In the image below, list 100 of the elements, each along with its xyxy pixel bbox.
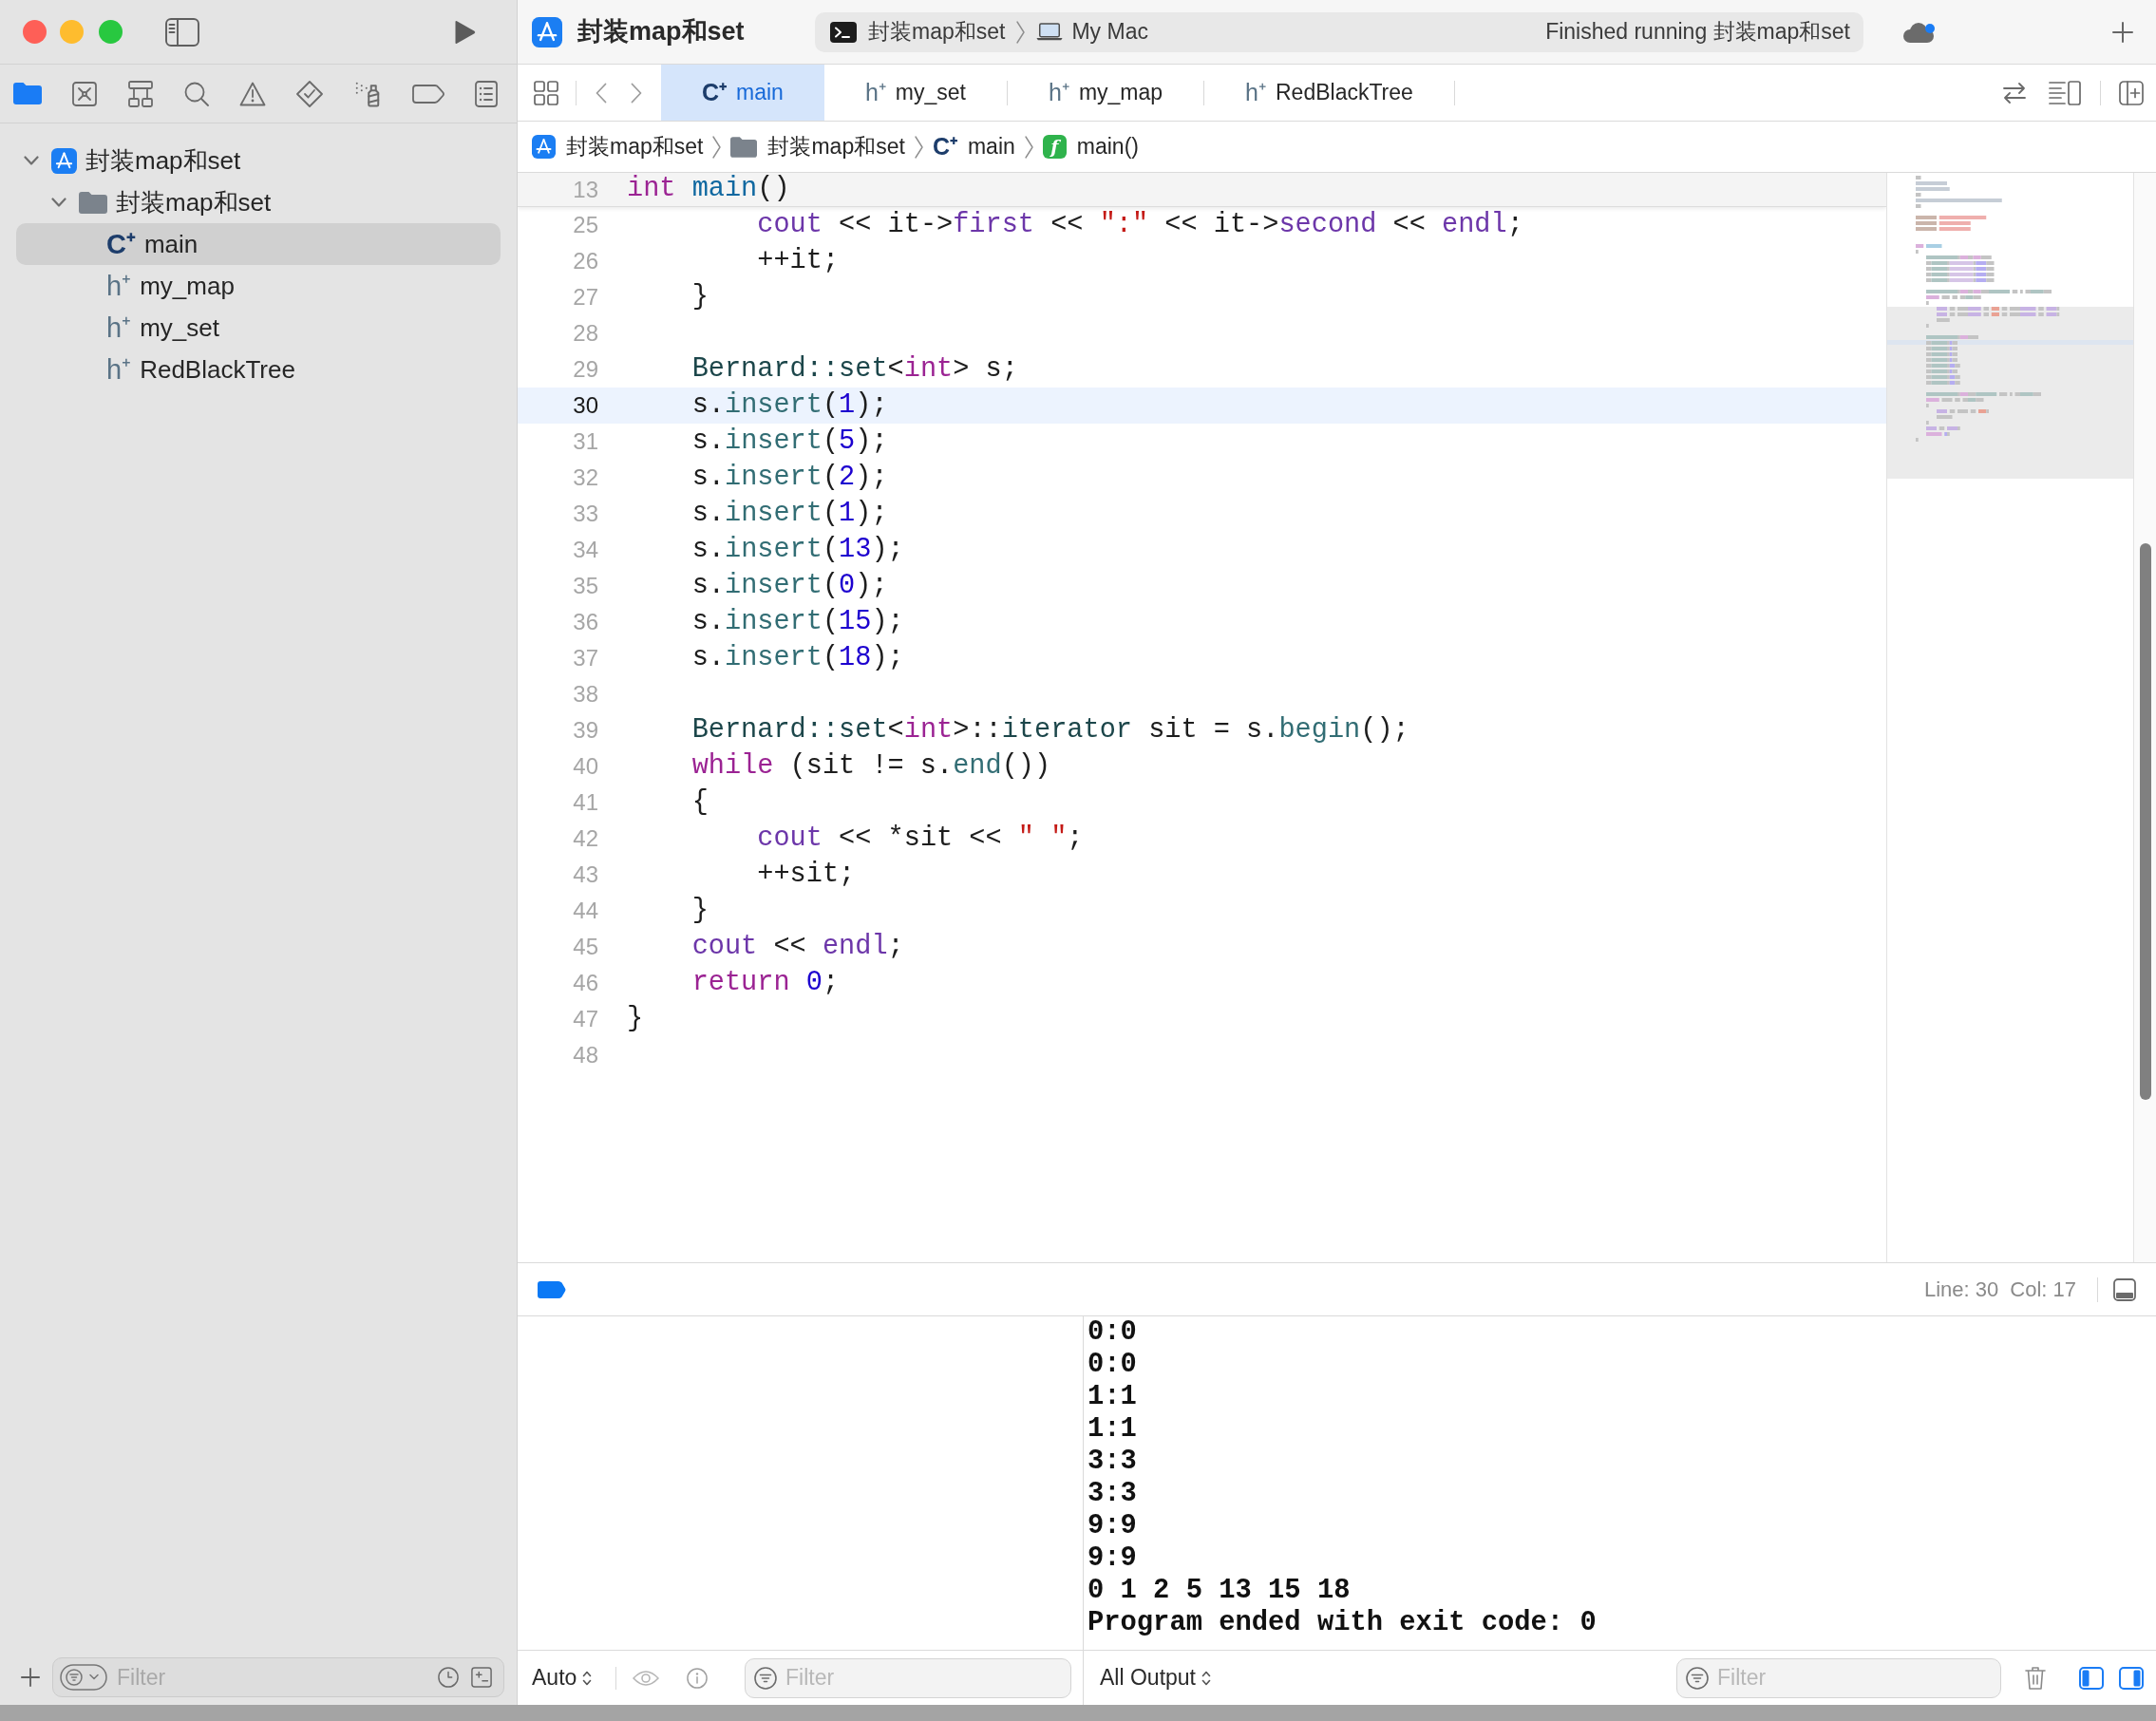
console-output-line: Program ended with exit code: 0 (1087, 1607, 1597, 1639)
panel-left-icon[interactable] (165, 17, 199, 47)
diamond-check-icon[interactable] (296, 80, 323, 107)
code-line: cout << endl; (691, 930, 904, 962)
tag-icon[interactable] (538, 1280, 566, 1298)
line-number: 48 (572, 1041, 598, 1069)
editor-tab[interactable]: C⁺ main (661, 65, 824, 121)
panel-left-icon[interactable] (2079, 1666, 2104, 1690)
chevron-down-icon[interactable] (24, 156, 39, 165)
code-line: Bernard::set<int> s; (691, 352, 1018, 385)
filter-options-icon[interactable] (60, 1664, 107, 1691)
editor-tab[interactable]: h⁺ RedBlackTree (1204, 65, 1454, 121)
cloud-icon[interactable] (1901, 20, 1937, 44)
line-number: 42 (572, 824, 598, 853)
line-number: 38 (572, 680, 598, 709)
jump-bar-item[interactable]: f main() (1042, 130, 1139, 163)
scheme-name[interactable]: 封装map和set (868, 15, 1006, 48)
jump-bar-item[interactable]: C⁺ main (932, 130, 1015, 163)
file-tree-item[interactable]: 封装map和set (16, 140, 501, 181)
scope-menu[interactable]: Auto (532, 1661, 593, 1694)
chevron-right-icon (1024, 135, 1033, 159)
chevron-right-icon[interactable] (631, 82, 642, 104)
filter-field[interactable]: Filter (1676, 1657, 2001, 1698)
run-destination[interactable]: My Mac (1071, 15, 1148, 48)
file-type-glyph: C⁺ (702, 81, 728, 104)
line-number: 25 (572, 211, 598, 239)
line-number: 35 (572, 572, 598, 600)
file-tree-item[interactable]: h⁺ my_set (16, 307, 501, 349)
laptop-icon (1036, 23, 1064, 41)
code-line: s.insert(5); (691, 425, 888, 457)
code-line: return 0; (691, 966, 840, 998)
console-output-line: 0:0 (1087, 1349, 1137, 1381)
editor-tab[interactable]: h⁺ my_map (1007, 65, 1204, 121)
list-icon[interactable] (475, 80, 498, 107)
filter-icon[interactable] (754, 1666, 777, 1690)
line-number: 43 (572, 860, 598, 889)
function-glyph: f (1042, 135, 1067, 159)
plus-icon[interactable] (21, 1668, 40, 1687)
jump-bar-item[interactable]: 封装map和set (730, 130, 905, 163)
close-icon[interactable] (23, 20, 47, 44)
code-line: s.insert(13); (691, 533, 904, 565)
trash-icon[interactable] (2025, 1665, 2046, 1691)
grid-icon[interactable] (534, 80, 558, 105)
chevron-up-down-icon (1201, 1669, 1211, 1687)
file-type-glyph: h⁺ (1245, 81, 1266, 104)
arrows-left-right-icon[interactable] (2002, 82, 2027, 104)
square-x-icon[interactable] (72, 81, 97, 106)
info-icon[interactable] (687, 1667, 709, 1689)
search-icon[interactable] (184, 81, 209, 106)
file-tree-item[interactable]: h⁺ my_map (16, 265, 501, 307)
panel-bottom-icon[interactable] (2113, 1277, 2136, 1301)
app-icon (51, 147, 77, 174)
cursor-column: Col: 17 (2010, 1274, 2076, 1305)
line-number: 29 (572, 355, 598, 384)
terminal-icon (830, 21, 857, 43)
line-number: 39 (572, 716, 598, 745)
plus-minus-box-icon[interactable] (471, 1667, 492, 1688)
plus-icon[interactable] (2112, 21, 2133, 43)
code-line: cout << *sit << " "; (757, 822, 1084, 854)
warning-icon[interactable] (239, 81, 266, 106)
editor-tab[interactable]: h⁺ my_set (823, 65, 1007, 121)
file-tree-item[interactable]: 封装map和set (16, 181, 501, 223)
file-tree-item[interactable]: C⁺ main (16, 223, 501, 265)
code-line: s.insert(1); (691, 497, 888, 529)
lines-panel-icon[interactable] (2049, 80, 2081, 105)
console-output-line: 3:3 (1087, 1478, 1137, 1510)
code-line: } (627, 1002, 644, 1034)
chevron-left-icon[interactable] (596, 82, 607, 104)
panel-plus-icon[interactable] (2119, 80, 2144, 105)
jump-bar-item[interactable]: 封装map和set (532, 130, 704, 163)
chevron-down-icon[interactable] (51, 198, 66, 207)
play-icon[interactable] (453, 19, 476, 45)
line-number: 36 (572, 608, 598, 636)
line-number: 45 (572, 933, 598, 961)
chevron-up-down-icon (582, 1669, 593, 1687)
file-type-glyph: C⁺ (932, 135, 957, 159)
code-line: while (sit != s.end()) (691, 749, 1051, 782)
scrollbar-thumb[interactable] (2139, 543, 2151, 1100)
console-output-line: 1:1 (1087, 1381, 1137, 1413)
line-number: 26 (572, 247, 598, 275)
line-number: 41 (572, 788, 598, 817)
console-output-line: 3:3 (1087, 1446, 1137, 1478)
clock-icon[interactable] (438, 1667, 459, 1688)
folder-icon[interactable] (13, 83, 42, 104)
file-tree-item[interactable]: h⁺ RedBlackTree (16, 349, 501, 390)
output-menu[interactable]: All Output (1100, 1661, 1211, 1694)
panel-right-icon[interactable] (2119, 1666, 2144, 1690)
line-number: 34 (572, 536, 598, 564)
tag-icon[interactable] (412, 84, 444, 104)
line-number: 32 (572, 463, 598, 492)
filter-field[interactable]: Filter (745, 1657, 1071, 1698)
app-icon (532, 16, 562, 47)
code-line: s.insert(2); (691, 461, 888, 493)
console-output-line: 0:0 (1087, 1316, 1137, 1349)
console-output-line: 9:9 (1087, 1510, 1137, 1542)
code-line: { (691, 785, 709, 818)
hierarchy-icon[interactable] (127, 80, 154, 107)
line-number: 27 (572, 283, 598, 312)
line-number: 46 (572, 969, 598, 997)
filter-icon[interactable] (1686, 1666, 1709, 1690)
